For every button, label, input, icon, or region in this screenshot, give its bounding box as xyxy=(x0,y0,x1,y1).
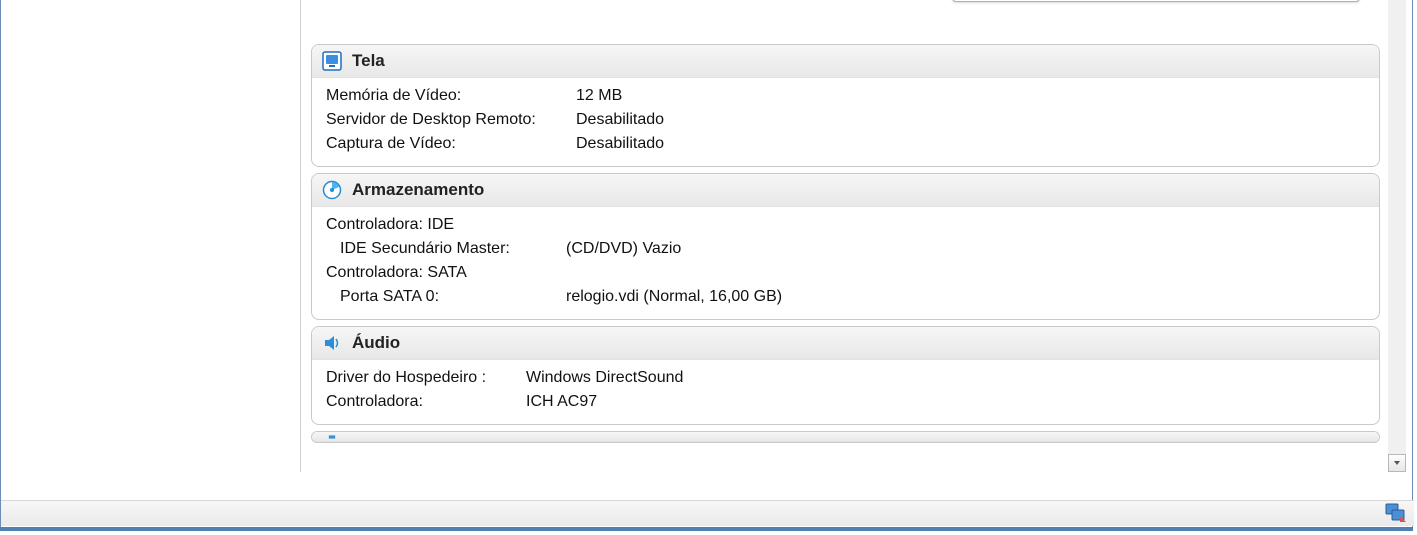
section-display-title: Tela xyxy=(352,51,385,71)
display-icon xyxy=(322,51,342,71)
storage-controller-sata: Controladora: SATA xyxy=(326,261,1365,285)
display-value: Desabilitado xyxy=(576,108,1365,132)
audio-value: Windows DirectSound xyxy=(526,366,1365,390)
storage-controller-ide: Controladora: IDE xyxy=(326,213,1365,237)
preview-thumbnail-frame xyxy=(952,0,1360,2)
scroll-down-button[interactable] xyxy=(1388,454,1406,472)
display-row: Servidor de Desktop Remoto: Desabilitado xyxy=(326,108,1365,132)
audio-row: Controladora: ICH AC97 xyxy=(326,390,1365,414)
storage-sata-port: Porta SATA 0: relogio.vdi (Normal, 16,00… xyxy=(326,285,1365,309)
storage-ide-port-label: IDE Secundário Master: xyxy=(326,237,566,261)
storage-ide-port: IDE Secundário Master: (CD/DVD) Vazio xyxy=(326,237,1365,261)
storage-sata-port-label: Porta SATA 0: xyxy=(326,285,566,309)
section-storage: Armazenamento Controladora: IDE IDE Secu… xyxy=(311,173,1380,320)
section-next-header[interactable] xyxy=(312,432,1379,442)
storage-sata-port-value: relogio.vdi (Normal, 16,00 GB) xyxy=(566,285,1365,309)
display-label: Captura de Vídeo: xyxy=(326,132,576,156)
status-bar xyxy=(1,500,1414,526)
section-display: Tela Memória de Vídeo: 12 MB Servidor de… xyxy=(311,44,1380,167)
tray-vm-icon[interactable] xyxy=(1384,502,1406,524)
display-label: Memória de Vídeo: xyxy=(326,84,576,108)
vm-list-pane xyxy=(7,0,301,472)
audio-row: Driver do Hospedeiro : Windows DirectSou… xyxy=(326,366,1365,390)
audio-label: Driver do Hospedeiro : xyxy=(326,366,526,390)
section-audio: Áudio Driver do Hospedeiro : Windows Dir… xyxy=(311,326,1380,425)
vm-details-window: Tela Memória de Vídeo: 12 MB Servidor de… xyxy=(0,0,1413,531)
storage-controller-sata-label: Controladora: SATA xyxy=(326,261,1365,285)
audio-icon xyxy=(322,333,342,353)
display-label: Servidor de Desktop Remoto: xyxy=(326,108,576,132)
storage-controller-ide-label: Controladora: IDE xyxy=(326,213,1365,237)
network-icon xyxy=(322,433,342,441)
storage-ide-port-value: (CD/DVD) Vazio xyxy=(566,237,1365,261)
display-row: Memória de Vídeo: 12 MB xyxy=(326,84,1365,108)
audio-value: ICH AC97 xyxy=(526,390,1365,414)
section-storage-body: Controladora: IDE IDE Secundário Master:… xyxy=(312,207,1379,319)
scrollbar[interactable] xyxy=(1388,0,1406,472)
section-audio-body: Driver do Hospedeiro : Windows DirectSou… xyxy=(312,360,1379,424)
vm-details-pane: Tela Memória de Vídeo: 12 MB Servidor de… xyxy=(303,0,1388,472)
audio-label: Controladora: xyxy=(326,390,526,414)
section-storage-header[interactable]: Armazenamento xyxy=(312,174,1379,207)
section-storage-title: Armazenamento xyxy=(352,180,484,200)
section-audio-title: Áudio xyxy=(352,333,400,353)
display-value: 12 MB xyxy=(576,84,1365,108)
section-audio-header[interactable]: Áudio xyxy=(312,327,1379,360)
display-row: Captura de Vídeo: Desabilitado xyxy=(326,132,1365,156)
storage-icon xyxy=(322,180,342,200)
section-display-header[interactable]: Tela xyxy=(312,45,1379,78)
section-next-peek xyxy=(311,431,1380,443)
display-value: Desabilitado xyxy=(576,132,1365,156)
section-display-body: Memória de Vídeo: 12 MB Servidor de Desk… xyxy=(312,78,1379,166)
